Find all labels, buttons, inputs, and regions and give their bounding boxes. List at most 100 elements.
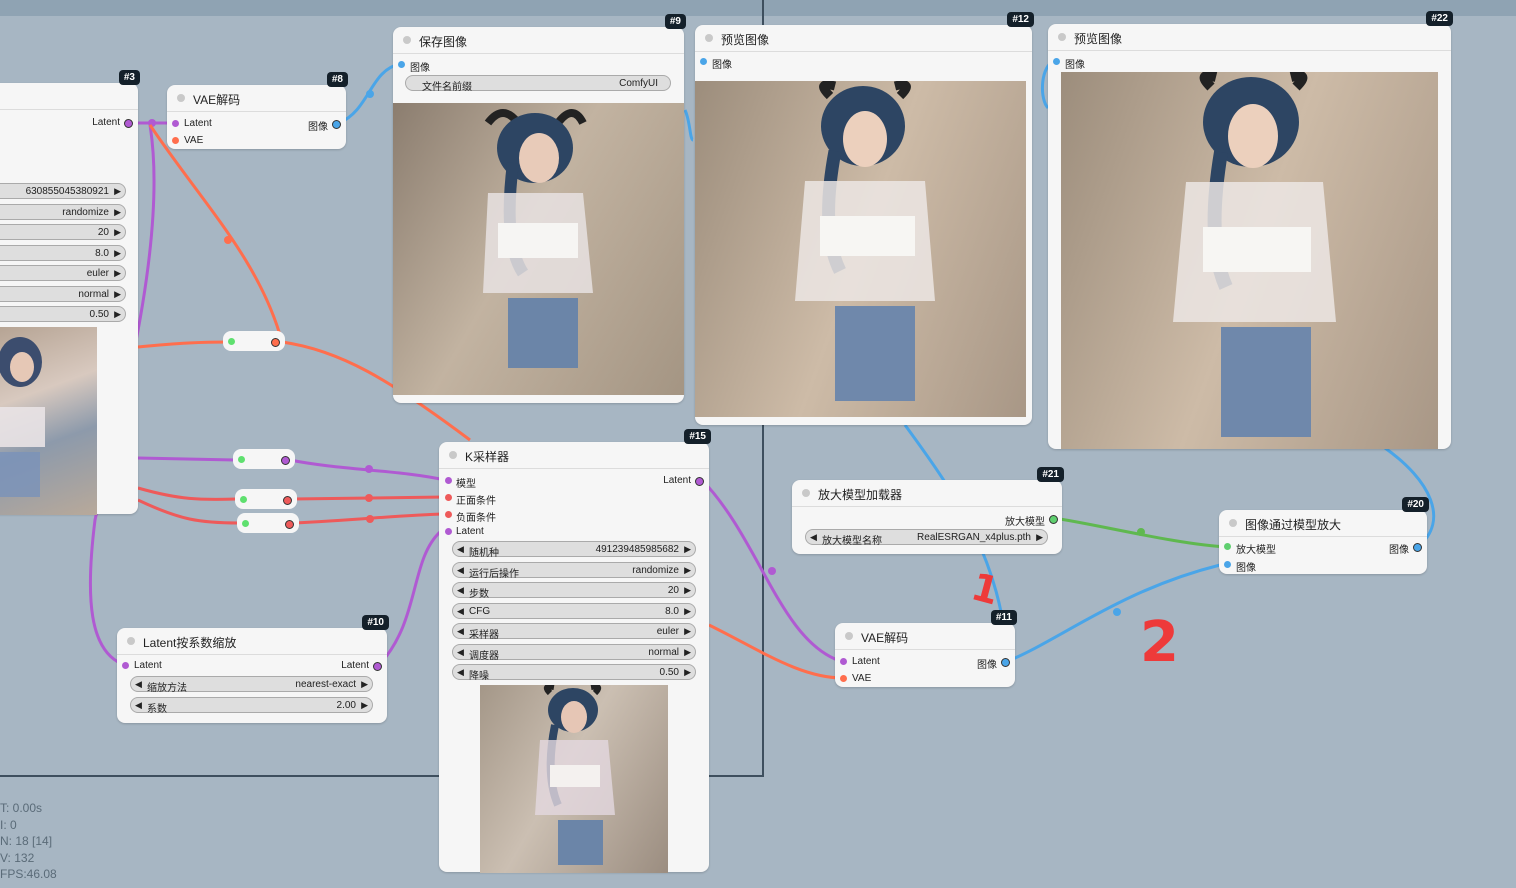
input-vae-dot[interactable] bbox=[172, 137, 179, 144]
node-title: VAE解码 bbox=[193, 93, 241, 107]
output-latent-dot[interactable] bbox=[695, 477, 704, 486]
seed-widget[interactable]: ◀ 随机种 491239485985682 ▶ bbox=[452, 541, 696, 559]
reroute-out-dot[interactable] bbox=[281, 456, 290, 465]
reroute-model[interactable] bbox=[233, 449, 295, 469]
control-after-generate-widget[interactable]: ◀ 运行后操作 randomize ▶ bbox=[452, 562, 696, 580]
sampler-widget[interactable]: euler ▶ bbox=[0, 265, 126, 281]
vae-decode-node-8[interactable]: #8 VAE解码 Latent VAE 图像 bbox=[167, 72, 348, 149]
reroute-vae[interactable] bbox=[223, 331, 285, 351]
collapse-dot[interactable] bbox=[127, 637, 135, 645]
input-latent-dot[interactable] bbox=[172, 120, 179, 127]
collapse-dot[interactable] bbox=[705, 34, 713, 42]
node-title: 预览图像 bbox=[721, 33, 770, 47]
upscale-method-widget[interactable]: ◀ 缩放方法 nearest-exact ▶ bbox=[130, 676, 373, 694]
input-negative-dot[interactable] bbox=[445, 511, 452, 518]
collapse-dot[interactable] bbox=[1229, 519, 1237, 527]
output-image-dot[interactable] bbox=[332, 120, 341, 129]
preview-image-node-12[interactable]: #12 预览图像 图像 bbox=[695, 12, 1034, 425]
output-upscale-model-dot[interactable] bbox=[1049, 515, 1058, 524]
steps-widget[interactable]: 20 ▶ bbox=[0, 224, 126, 240]
node-title: 放大模型加载器 bbox=[818, 488, 903, 502]
denoise-widget[interactable]: 0.50 ▶ bbox=[0, 306, 126, 322]
cfg-widget[interactable]: 8.0 ▶ bbox=[0, 245, 126, 261]
node-title: 保存图像 bbox=[419, 35, 468, 49]
scheduler-widget[interactable]: ◀ 调度器 normal ▶ bbox=[452, 644, 696, 662]
wire-midpoint bbox=[224, 236, 232, 244]
scheduler-widget[interactable]: normal ▶ bbox=[0, 286, 126, 302]
reroute-negative[interactable] bbox=[237, 513, 299, 533]
input-image-label: 图像 bbox=[712, 60, 732, 71]
input-image-label: 图像 bbox=[1065, 60, 1085, 71]
filename-prefix-widget[interactable]: 文件名前缀 ComfyUI bbox=[405, 75, 671, 93]
wire-midpoint bbox=[768, 567, 776, 575]
reroute-out-dot[interactable] bbox=[285, 520, 294, 529]
sampler-widget[interactable]: ◀ 采样器 euler ▶ bbox=[452, 623, 696, 641]
upscaled-image-preview-22 bbox=[1061, 72, 1438, 449]
collapse-dot[interactable] bbox=[802, 489, 810, 497]
wire-latent-10-15 bbox=[378, 530, 442, 666]
input-model-dot[interactable] bbox=[445, 477, 452, 484]
input-latent-dot[interactable] bbox=[445, 528, 452, 535]
node-title: 图像通过模型放大 bbox=[1245, 518, 1342, 532]
reroute-positive[interactable] bbox=[235, 489, 297, 509]
collapse-dot[interactable] bbox=[449, 451, 457, 459]
output-image-dot[interactable] bbox=[1001, 658, 1010, 667]
reroute-in-dot[interactable] bbox=[238, 456, 245, 463]
ksampler-node-3[interactable]: #3 Latent 630855045380921 ▶ randomize ▶ 20… bbox=[0, 70, 140, 515]
model-name-widget[interactable]: ◀ 放大模型名称 RealESRGAN_x4plus.pth ▶ bbox=[805, 529, 1048, 547]
reroute-out-dot[interactable] bbox=[271, 338, 280, 347]
input-latent-dot[interactable] bbox=[122, 662, 129, 669]
reroute-in-dot[interactable] bbox=[228, 338, 235, 345]
input-vae-dot[interactable] bbox=[840, 675, 847, 682]
seed-widget[interactable]: 630855045380921 ▶ bbox=[0, 183, 126, 199]
render-stats: T: 0.00s I: 0 N: 18 [14] V: 132 FPS:46.0… bbox=[0, 800, 57, 883]
save-image-node-9[interactable]: #9 保存图像 图像 文件名前缀 ComfyUI bbox=[393, 14, 686, 403]
wire-midpoint bbox=[365, 465, 373, 473]
input-upscale-model-dot[interactable] bbox=[1224, 543, 1231, 550]
input-image-dot[interactable] bbox=[398, 61, 405, 68]
input-image-label: 图像 bbox=[1236, 563, 1256, 574]
upscaled-image-preview-12 bbox=[695, 81, 1026, 417]
input-image-dot[interactable] bbox=[700, 58, 707, 65]
upscale-model-loader-node-21[interactable]: #21 放大模型加载器 放大模型 ◀ 放大模型名称 RealESRGAN_x4plu… bbox=[792, 467, 1064, 554]
denoise-widget[interactable]: ◀ 降噪 0.50 ▶ bbox=[452, 664, 696, 682]
collapse-dot[interactable] bbox=[403, 36, 411, 44]
cfg-widget[interactable]: ◀ CFG 8.0 ▶ bbox=[452, 603, 696, 619]
vae-decode-node-11[interactable]: #11 VAE解码 Latent VAE 图像 bbox=[835, 610, 1017, 687]
output-latent-label: Latent bbox=[341, 660, 369, 671]
wire-negative bbox=[137, 498, 240, 525]
output-latent-dot[interactable] bbox=[373, 662, 382, 671]
reroute-out-dot[interactable] bbox=[283, 496, 292, 505]
output-latent-dot[interactable] bbox=[124, 119, 133, 128]
reroute-in-dot[interactable] bbox=[242, 520, 249, 527]
annotation-2: 2 bbox=[1140, 610, 1179, 675]
scale-by-widget[interactable]: ◀ 系数 2.00 ▶ bbox=[130, 697, 373, 715]
upscale-with-model-node-20[interactable]: #20 图像通过模型放大 放大模型 图像 图像 bbox=[1219, 497, 1429, 574]
input-upscale-model-label: 放大模型 bbox=[1236, 545, 1276, 556]
node-title: K采样器 bbox=[465, 450, 510, 464]
wire-midpoint bbox=[366, 90, 374, 98]
steps-widget[interactable]: ◀ 步数 20 ▶ bbox=[452, 582, 696, 600]
collapse-dot[interactable] bbox=[845, 632, 853, 640]
input-vae-label: VAE bbox=[852, 673, 872, 684]
saved-image-preview bbox=[393, 103, 684, 395]
wire-midpoint bbox=[1137, 528, 1145, 536]
reroute-in-dot[interactable] bbox=[240, 496, 247, 503]
control-after-generate-widget[interactable]: randomize ▶ bbox=[0, 204, 126, 220]
output-image-dot[interactable] bbox=[1413, 543, 1422, 552]
input-image-label: 图像 bbox=[410, 63, 430, 74]
preview-image-noisy bbox=[0, 327, 97, 515]
output-image-label: 图像 bbox=[977, 660, 997, 671]
output-upscale-model-label: 放大模型 bbox=[1005, 517, 1045, 528]
latent-upscale-by-node-10[interactable]: #10 Latent按系数缩放 Latent Latent ◀ 缩放方法 neare… bbox=[117, 615, 389, 723]
collapse-dot[interactable] bbox=[1058, 33, 1066, 41]
input-image-dot[interactable] bbox=[1053, 58, 1060, 65]
output-latent-label: Latent bbox=[663, 475, 691, 486]
input-latent-dot[interactable] bbox=[840, 658, 847, 665]
collapse-dot[interactable] bbox=[177, 94, 185, 102]
input-positive-dot[interactable] bbox=[445, 494, 452, 501]
wire-image-8-12 bbox=[683, 109, 695, 142]
input-image-dot[interactable] bbox=[1224, 561, 1231, 568]
preview-image-node-22[interactable]: #22 预览图像 图像 bbox=[1048, 11, 1453, 449]
ksampler-node-15[interactable]: #15 K采样器 模型 正面条件 负面条件 Latent Latent ◀ 随机种… bbox=[439, 429, 711, 873]
